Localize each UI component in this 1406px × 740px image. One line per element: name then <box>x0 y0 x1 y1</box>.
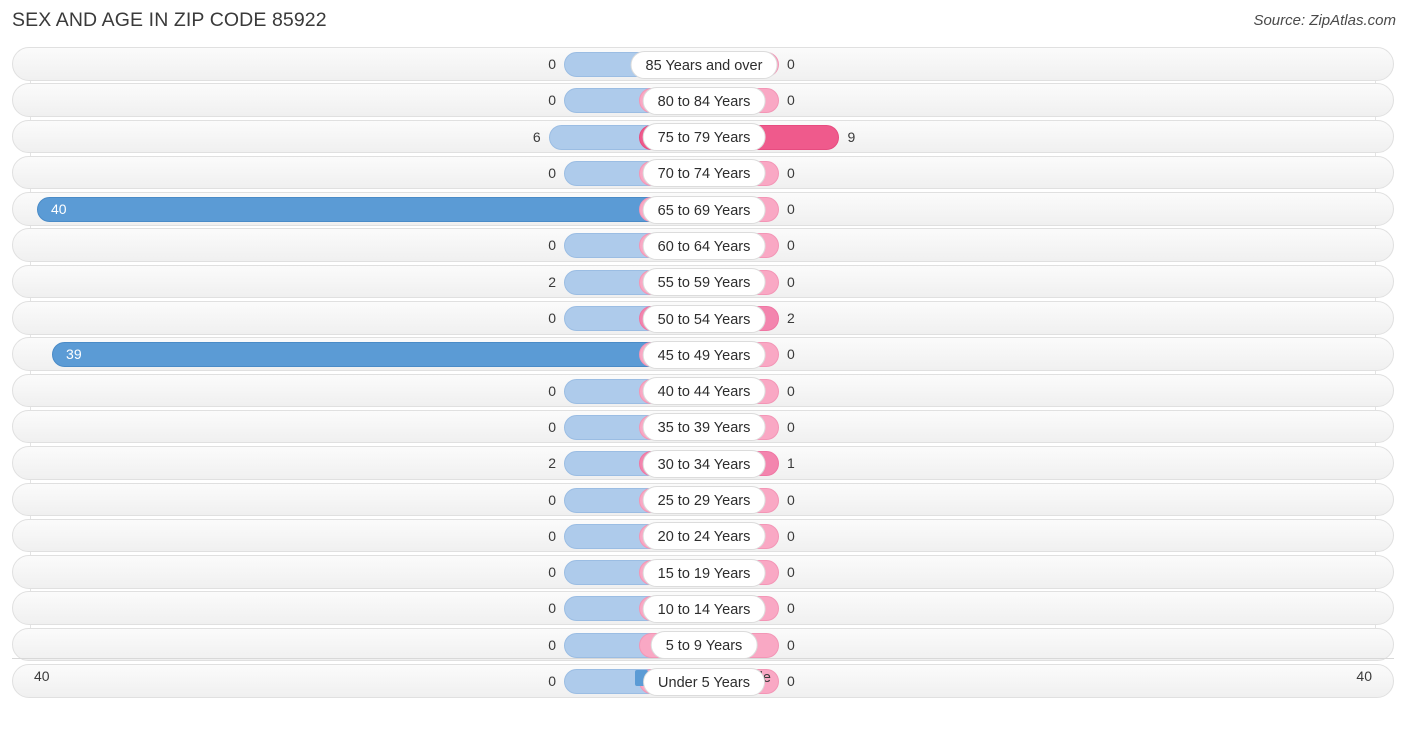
age-group-row: 0 0 10 to 14 Years <box>0 591 1406 625</box>
age-group-row: 0 2 50 to 54 Years <box>0 301 1406 335</box>
value-label-male: 0 <box>548 164 556 181</box>
age-group-rows: 0 0 85 Years and over 0 0 80 to 84 Years 6 9 75 … <box>0 47 1406 700</box>
age-group-row: 40 0 65 to 69 Years <box>0 192 1406 226</box>
value-label-female: 1 <box>787 455 795 472</box>
value-label-female: 2 <box>787 310 795 327</box>
age-group-label: 50 to 54 Years <box>642 304 766 333</box>
row-track: 39 0 45 to 49 Years <box>12 337 1394 371</box>
value-label-male: 40 <box>51 201 67 218</box>
value-label-female: 0 <box>787 237 795 254</box>
value-label-male: 0 <box>548 600 556 617</box>
value-label-male: 0 <box>548 237 556 254</box>
age-group-label: 35 to 39 Years <box>642 413 766 442</box>
age-group-label: 80 to 84 Years <box>642 86 766 115</box>
age-group-row: 0 0 80 to 84 Years <box>0 83 1406 117</box>
age-group-label: Under 5 Years <box>643 667 765 696</box>
age-group-label: 25 to 29 Years <box>642 486 766 515</box>
row-track: 0 0 25 to 29 Years <box>12 482 1394 517</box>
row-track: 2 0 55 to 59 Years <box>12 264 1394 299</box>
age-group-label: 85 Years and over <box>630 50 778 79</box>
age-group-label: 5 to 9 Years <box>650 631 758 660</box>
value-label-female: 0 <box>787 418 795 435</box>
row-track: 0 0 35 to 39 Years <box>12 409 1394 444</box>
value-label-female: 0 <box>787 600 795 617</box>
value-label-male: 0 <box>548 491 556 508</box>
age-group-row: 39 0 45 to 49 Years <box>0 337 1406 371</box>
row-track: 0 2 50 to 54 Years <box>12 301 1394 335</box>
age-group-label: 45 to 49 Years <box>642 340 766 369</box>
age-group-row: 0 0 20 to 24 Years <box>0 518 1406 553</box>
value-label-male: 39 <box>66 346 82 363</box>
row-track: 6 9 75 to 79 Years <box>12 119 1394 154</box>
page-title: SEX AND AGE IN ZIP CODE 85922 <box>12 9 327 31</box>
value-label-female: 0 <box>787 636 795 653</box>
row-track: 0 0 60 to 64 Years <box>12 228 1394 262</box>
value-label-male: 6 <box>532 128 541 145</box>
value-label-male: 2 <box>548 273 556 290</box>
age-group-label: 55 to 59 Years <box>642 268 766 297</box>
age-group-row: 6 9 75 to 79 Years <box>0 119 1406 154</box>
row-track: 2 1 30 to 34 Years <box>12 446 1394 480</box>
age-group-label: 15 to 19 Years <box>642 558 766 587</box>
value-label-female: 0 <box>787 491 795 508</box>
age-group-row: 0 0 15 to 19 Years <box>0 555 1406 589</box>
value-label-female: 0 <box>787 273 795 290</box>
value-label-female: 0 <box>787 346 795 363</box>
value-label-male: 0 <box>548 418 556 435</box>
value-label-male: 2 <box>548 455 556 472</box>
row-track: 40 0 65 to 69 Years <box>12 192 1394 226</box>
value-label-female: 0 <box>787 56 795 72</box>
row-track: 0 0 15 to 19 Years <box>12 555 1394 589</box>
age-group-row: 0 0 85 Years and over <box>0 47 1406 81</box>
age-group-row: 0 0 35 to 39 Years <box>0 409 1406 444</box>
age-group-label: 65 to 69 Years <box>642 195 766 224</box>
age-group-label: 30 to 34 Years <box>642 449 766 478</box>
age-group-label: 60 to 64 Years <box>642 231 766 260</box>
pyramid-plot-area: 0 0 85 Years and over 0 0 80 to 84 Years 6 9 75 … <box>0 47 1406 700</box>
source-attribution: Source: ZipAtlas.com <box>1253 12 1396 29</box>
age-group-label: 20 to 24 Years <box>642 522 766 551</box>
value-label-male: 0 <box>548 636 556 653</box>
age-group-row: 0 0 40 to 44 Years <box>0 373 1406 408</box>
value-label-female: 0 <box>787 201 795 218</box>
age-group-row: 0 0 5 to 9 Years <box>0 627 1406 662</box>
value-label-female: 0 <box>787 92 795 109</box>
age-group-label: 70 to 74 Years <box>642 159 766 188</box>
value-label-female: 9 <box>847 128 856 145</box>
row-track: 0 0 85 Years and over <box>12 47 1394 81</box>
row-track: 0 0 10 to 14 Years <box>12 591 1394 625</box>
value-label-female: 0 <box>787 382 795 399</box>
bar-male[interactable] <box>52 342 704 368</box>
age-group-row: 2 1 30 to 34 Years <box>0 446 1406 480</box>
row-track: 0 0 40 to 44 Years <box>12 373 1394 408</box>
value-label-male: 0 <box>548 310 556 327</box>
value-label-female: 0 <box>787 564 795 581</box>
value-label-male: 0 <box>548 56 556 72</box>
age-group-row: 0 0 60 to 64 Years <box>0 228 1406 262</box>
row-track: 0 0 70 to 74 Years <box>12 155 1394 190</box>
value-label-male: 0 <box>548 92 556 109</box>
row-track: 0 0 5 to 9 Years <box>12 627 1394 662</box>
age-group-label: 40 to 44 Years <box>642 377 766 406</box>
value-label-male: 0 <box>548 382 556 399</box>
age-group-row: 2 0 55 to 59 Years <box>0 264 1406 299</box>
row-track: 0 0 80 to 84 Years <box>12 83 1394 117</box>
value-label-male: 0 <box>548 564 556 581</box>
row-track: 0 0 20 to 24 Years <box>12 518 1394 553</box>
value-label-female: 0 <box>787 164 795 181</box>
age-group-row: 0 0 25 to 29 Years <box>0 482 1406 517</box>
chart-header: SEX AND AGE IN ZIP CODE 85922 Source: Zi… <box>0 0 1406 46</box>
age-group-row: 0 0 70 to 74 Years <box>0 155 1406 190</box>
age-group-label: 75 to 79 Years <box>642 123 766 152</box>
bar-male[interactable] <box>37 197 704 223</box>
age-group-label: 10 to 14 Years <box>642 594 766 623</box>
value-label-female: 0 <box>787 527 795 544</box>
value-label-male: 0 <box>548 527 556 544</box>
